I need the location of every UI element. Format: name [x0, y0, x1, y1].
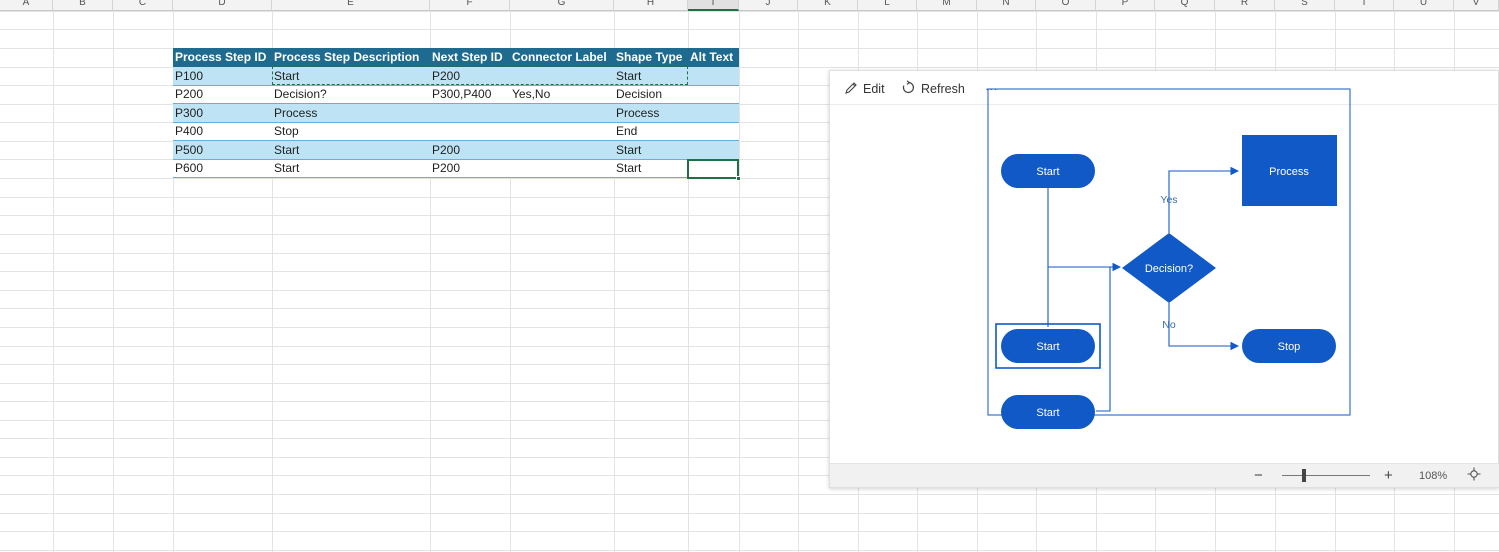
column-header-q[interactable]: Q [1155, 0, 1215, 11]
table-header-cell[interactable]: Shape Type [614, 48, 688, 66]
table-cell[interactable]: Yes,No [510, 85, 614, 103]
zoom-in-button[interactable]: + [1384, 467, 1393, 484]
column-header-t[interactable]: T [1335, 0, 1394, 11]
column-header-k[interactable]: K [798, 0, 858, 11]
connector-no [1168, 303, 1240, 351]
table-cell[interactable]: End [614, 122, 688, 140]
grid-col-line [113, 11, 114, 552]
table-row-border [173, 177, 739, 178]
column-header-n[interactable]: N [977, 0, 1036, 11]
node-process-label: Process [1269, 166, 1309, 178]
table-cell[interactable]: Start [614, 141, 688, 159]
table-cell[interactable]: Process [614, 104, 688, 122]
grid-col-line [798, 11, 799, 552]
active-cell-selection[interactable] [687, 159, 741, 181]
fit-icon [1467, 467, 1481, 481]
connector-start3-decision [1096, 267, 1111, 412]
node-decision-label: Decision? [1145, 263, 1193, 275]
table-cell[interactable]: P300 [173, 104, 272, 122]
grid-row-line [0, 29, 1499, 30]
table-header-cell[interactable]: Alt Text [688, 48, 739, 66]
zoom-out-button[interactable]: − [1254, 467, 1263, 484]
grid-row-line [0, 550, 1499, 551]
column-header-e[interactable]: E [272, 0, 430, 11]
edge-label-no: No [1162, 319, 1176, 331]
connector-yes [1168, 166, 1240, 233]
column-header-f[interactable]: F [430, 0, 510, 11]
copy-marquee [272, 66, 688, 85]
column-header-j[interactable]: J [739, 0, 798, 11]
zoom-level: 108% [1419, 470, 1448, 482]
table-header-cell[interactable]: Process Step ID [173, 48, 272, 66]
column-header-b[interactable]: B [53, 0, 113, 11]
grid-row-line [0, 11, 1499, 12]
zoom-slider-track[interactable] [1282, 475, 1370, 476]
node-start-2-label: Start [1036, 341, 1059, 353]
table-cell[interactable]: Start [614, 159, 688, 177]
table-cell[interactable]: Start [272, 159, 430, 177]
column-header-d[interactable]: D [173, 0, 272, 11]
column-header-i[interactable]: I [688, 0, 739, 11]
table-cell[interactable]: P300,P400 [430, 85, 510, 103]
node-start-3-label: Start [1036, 407, 1059, 419]
column-header-h[interactable]: H [614, 0, 688, 11]
column-header-m[interactable]: M [917, 0, 977, 11]
diagram-panel[interactable]: Edit Refresh ··· Yes No Start Start Start Sto… [829, 70, 1499, 488]
column-header-o[interactable]: O [1036, 0, 1096, 11]
grid-col-line [53, 11, 54, 552]
grid-row-line [0, 513, 1499, 514]
table-cell[interactable]: P200 [173, 85, 272, 103]
table-cell[interactable]: Decision? [272, 85, 430, 103]
table-header-cell[interactable]: Connector Label [510, 48, 614, 66]
table-cell[interactable]: P600 [173, 159, 272, 177]
grid-row-line [0, 531, 1499, 532]
fit-to-window-button[interactable] [1467, 467, 1481, 485]
table-cell[interactable]: Process [272, 104, 430, 122]
column-header-a[interactable]: A [0, 0, 53, 11]
column-header-r[interactable]: R [1215, 0, 1275, 11]
table-header-cell[interactable]: Process Step Description [272, 48, 430, 66]
flowchart-canvas[interactable]: Yes No Start Start Start Stop Decision? Process [830, 71, 1499, 463]
column-header-s[interactable]: S [1275, 0, 1335, 11]
table-cell[interactable]: P400 [173, 122, 272, 140]
node-stop-label: Stop [1278, 341, 1301, 353]
table-cell[interactable]: P200 [430, 159, 510, 177]
zoom-slider-thumb[interactable] [1302, 469, 1306, 482]
zoom-statusbar: − + 108% [830, 463, 1499, 487]
column-header-g[interactable]: G [510, 0, 614, 11]
fill-handle[interactable] [736, 176, 741, 181]
table-cell[interactable]: Start [272, 141, 430, 159]
table-cell[interactable]: Stop [272, 122, 430, 140]
column-header-c[interactable]: C [113, 0, 173, 11]
edge-label-yes: Yes [1160, 194, 1177, 206]
table-cell[interactable]: P100 [173, 67, 272, 85]
grid-row-line [0, 494, 1499, 495]
table-cell[interactable]: P200 [430, 141, 510, 159]
table-cell[interactable]: P500 [173, 141, 272, 159]
column-header-l[interactable]: L [858, 0, 917, 11]
node-start-1-label: Start [1036, 166, 1059, 178]
column-header-p[interactable]: P [1096, 0, 1155, 11]
column-header-u[interactable]: U [1394, 0, 1454, 11]
grid-col-line [739, 11, 740, 552]
table-cell[interactable]: Decision [614, 85, 688, 103]
table-header-cell[interactable]: Next Step ID [430, 48, 510, 66]
column-header-v[interactable]: V [1454, 0, 1499, 11]
